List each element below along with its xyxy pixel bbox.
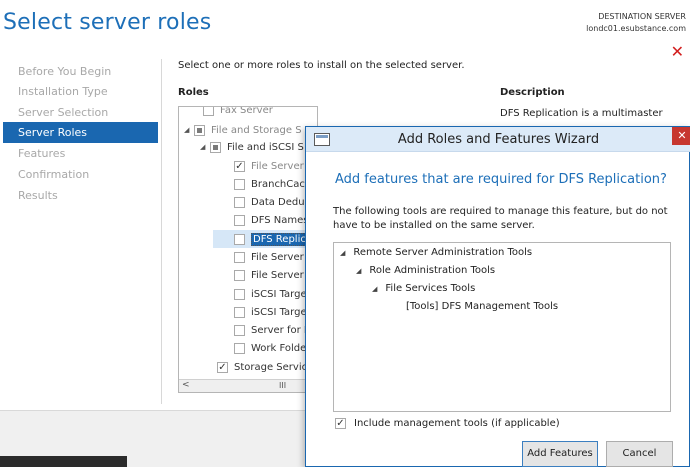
checkbox[interactable]	[234, 342, 245, 354]
checkbox[interactable]	[210, 141, 221, 153]
cancel-button[interactable]: Cancel	[606, 441, 673, 467]
scroll-left-icon[interactable]: <	[182, 380, 190, 390]
nav-item-confirmation[interactable]: Confirmation	[18, 168, 89, 181]
page-title: Select server roles	[3, 10, 212, 35]
expand-icon[interactable]: ◢	[184, 126, 194, 134]
checkbox[interactable]	[234, 324, 245, 336]
close-icon[interactable]: ✕	[671, 42, 684, 61]
tree-item[interactable]: iSCSI Targe	[234, 285, 307, 303]
list-item: ◢ Role Administration Tools	[356, 265, 496, 276]
tree-item[interactable]: File Server I	[234, 248, 310, 266]
tree-item[interactable]: ✓ Storage Service	[217, 358, 313, 376]
include-tools-label: Include management tools (if applicable)	[354, 418, 560, 429]
checkbox[interactable]	[234, 214, 245, 226]
list-item: [Tools] DFS Management Tools	[406, 301, 559, 312]
tree-item[interactable]: ◢ File and Storage S	[184, 121, 302, 139]
list-item: ◢ Remote Server Administration Tools	[340, 247, 533, 258]
triangle-expanded-icon: ◢	[340, 249, 346, 257]
checkbox[interactable]	[234, 233, 245, 245]
dialog-close-icon[interactable]: ✕	[672, 127, 690, 145]
destination-server-label: DESTINATION SERVER	[598, 12, 686, 21]
checkbox[interactable]	[234, 288, 245, 300]
tree-item[interactable]: iSCSI Targe	[234, 303, 307, 321]
tree-item-selected[interactable]: DFS Replica	[213, 230, 317, 248]
required-features-list: ◢ Remote Server Administration Tools ◢ Rol…	[333, 242, 671, 412]
checkbox[interactable]	[234, 178, 245, 190]
expand-icon[interactable]: ◢	[200, 143, 210, 151]
taskbar-fragment	[0, 456, 127, 467]
checkbox[interactable]	[234, 269, 245, 281]
nav-item-installation-type[interactable]: Installation Type	[18, 85, 108, 98]
list-item: ◢ File Services Tools	[372, 283, 476, 294]
nav-item-server-selection[interactable]: Server Selection	[18, 106, 108, 119]
checkbox[interactable]	[234, 196, 245, 208]
description-text: DFS Replication is a multimaster	[500, 108, 663, 119]
triangle-expanded-icon: ◢	[356, 267, 362, 275]
nav-item-features[interactable]: Features	[18, 147, 65, 160]
tree-item[interactable]: DFS Names	[234, 211, 309, 229]
horizontal-scrollbar[interactable]: < III	[179, 379, 317, 392]
nav-item-server-roles[interactable]: Server Roles	[3, 122, 158, 143]
tree-item[interactable]: ◢ File and iSCSI S	[200, 138, 304, 156]
checkbox[interactable]	[234, 306, 245, 318]
scroll-thumb[interactable]: III	[279, 381, 286, 390]
tree-item[interactable]: Server for N	[234, 321, 311, 339]
checkbox[interactable]: ✓	[217, 361, 228, 373]
dialog-title: Add Roles and Features Wizard	[397, 132, 600, 147]
tree-item[interactable]: Work Folde	[234, 339, 306, 357]
add-features-button[interactable]: Add Features	[522, 441, 598, 467]
nav-item-before-you-begin[interactable]: Before You Begin	[18, 65, 111, 78]
checkbox[interactable]	[194, 124, 205, 136]
server-manager-window: Select server roles DESTINATION SERVER l…	[0, 0, 690, 467]
tree-item[interactable]: File Server V	[234, 266, 314, 284]
wizard-nav: Before You Begin Installation Type Serve…	[0, 59, 160, 404]
dialog-titlebar[interactable]: Add Roles and Features Wizard ✕	[306, 127, 690, 152]
tree-item[interactable]: BranchCach	[234, 175, 311, 193]
add-features-dialog: Add Roles and Features Wizard ✕ Add feat…	[305, 126, 690, 467]
description-header: Description	[500, 87, 565, 98]
dialog-heading: Add features that are required for DFS R…	[335, 172, 667, 187]
dialog-text: The following tools are required to mana…	[333, 206, 668, 231]
sidebar-divider	[161, 59, 162, 404]
nav-item-results[interactable]: Results	[18, 189, 58, 202]
include-tools-checkbox[interactable]: ✓	[335, 418, 346, 429]
checkbox[interactable]: ✓	[234, 160, 245, 172]
tree-item[interactable]: Data Dedup	[234, 193, 311, 211]
tree-item[interactable]: Fax Server	[203, 107, 273, 119]
tree-item[interactable]: ✓ File Server (	[234, 157, 311, 175]
instruction-text: Select one or more roles to install on t…	[178, 60, 465, 71]
checkbox[interactable]	[203, 107, 214, 116]
roles-tree[interactable]: Fax Server ◢ File and Storage S ◢ File and…	[178, 106, 318, 393]
destination-server-name: londc01.esubstance.com	[586, 24, 686, 33]
triangle-expanded-icon: ◢	[372, 285, 378, 293]
checkbox[interactable]	[234, 251, 245, 263]
include-tools-option[interactable]: ✓ Include management tools (if applicabl…	[335, 418, 560, 429]
roles-header: Roles	[178, 87, 209, 98]
